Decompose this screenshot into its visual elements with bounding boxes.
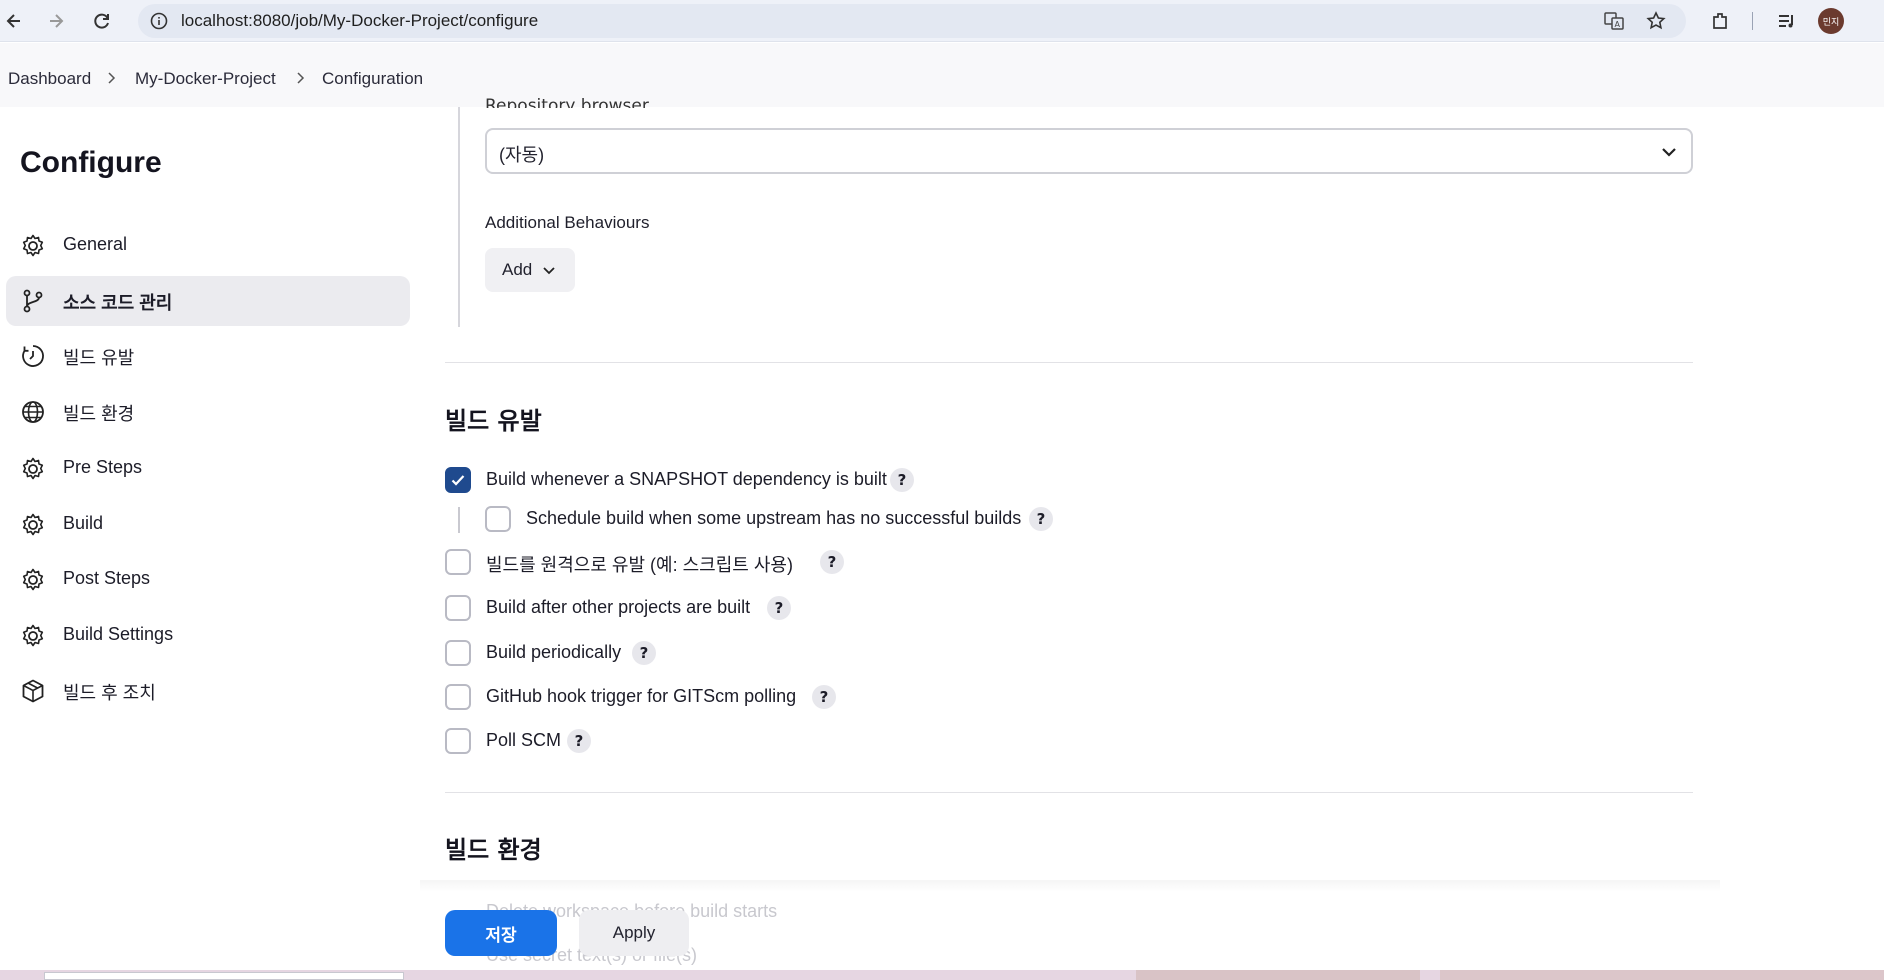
bookmark-star-icon[interactable] [1645, 10, 1667, 32]
build-triggers-title: 빌드 유발 [445, 407, 542, 435]
select-value: (자동) [499, 145, 545, 165]
help-icon[interactable]: ? [1029, 507, 1053, 531]
add-button-label: Add [502, 260, 533, 279]
sidebar-item-post-build-actions[interactable]: 빌드 후 조치 [6, 666, 410, 716]
git-branch-icon [23, 289, 43, 313]
build-environment-title: 빌드 환경 [445, 836, 542, 864]
checkbox-label: Build after other projects are built [486, 597, 751, 617]
chevron-right-icon [297, 72, 305, 84]
taskbar-app[interactable] [1136, 970, 1420, 980]
checkbox[interactable] [445, 549, 471, 575]
sidebar-item-label: 빌드 유발 [63, 348, 135, 368]
help-icon[interactable]: ? [632, 641, 656, 665]
checkbox[interactable] [445, 640, 471, 666]
checkbox[interactable] [445, 595, 471, 621]
sidebar-item-general[interactable]: General [6, 221, 410, 271]
section-indent-line [458, 107, 460, 327]
svg-text:A: A [1615, 20, 1621, 29]
repository-browser-select[interactable]: (자동) [485, 128, 1693, 174]
forward-icon[interactable] [44, 9, 68, 33]
gear-icon [22, 624, 44, 647]
address-bar[interactable]: localhost:8080/job/My-Docker-Project/con… [138, 4, 1686, 38]
breadcrumb-project[interactable]: My-Docker-Project [135, 69, 276, 89]
sidebar-item-post-steps[interactable]: Post Steps [6, 555, 410, 605]
breadcrumb-dashboard[interactable]: Dashboard [8, 69, 91, 89]
taskbar-tray [1440, 970, 1884, 980]
additional-behaviours-label: Additional Behaviours [485, 213, 650, 232]
gear-icon [22, 234, 44, 257]
section-divider [445, 362, 1693, 363]
chevron-right-icon [108, 72, 116, 84]
gear-icon [22, 513, 44, 536]
sidebar-item-build-environment[interactable]: 빌드 환경 [6, 387, 410, 437]
sidebar-item-label: General [63, 234, 128, 254]
repository-browser-label: Repository browser [485, 96, 649, 108]
sidebar-item-label: 빌드 환경 [63, 404, 135, 424]
checkbox-label: GitHub hook trigger for GITScm polling [486, 686, 797, 706]
url-text: localhost:8080/job/My-Docker-Project/con… [181, 11, 539, 30]
checkbox[interactable] [445, 728, 471, 754]
sidebar-item-label: Build [63, 513, 104, 533]
reading-list-icon[interactable] [1774, 8, 1800, 34]
sidebar-item-label: Post Steps [63, 568, 151, 588]
browser-toolbar: localhost:8080/job/My-Docker-Project/con… [0, 0, 1884, 42]
checkbox[interactable] [445, 684, 471, 710]
help-icon[interactable]: ? [767, 596, 791, 620]
section-divider [445, 792, 1693, 793]
chevron-down-icon [543, 267, 555, 275]
add-behaviour-button[interactable]: Add [485, 248, 575, 292]
sidebar-item-label: 소스 코드 관리 [63, 293, 173, 313]
gear-icon [22, 568, 44, 591]
help-icon[interactable]: ? [812, 685, 836, 709]
apply-button[interactable]: Apply [579, 910, 689, 956]
help-icon[interactable]: ? [890, 468, 914, 492]
extensions-icon[interactable] [1707, 8, 1733, 34]
checkbox-label: Build periodically [486, 642, 622, 662]
back-icon[interactable] [2, 9, 26, 33]
breadcrumb-configuration[interactable]: Configuration [322, 69, 423, 89]
sidebar-item-scm[interactable]: 소스 코드 관리 [6, 276, 410, 326]
nested-indent-line [458, 507, 460, 533]
toolbar-divider [1752, 12, 1753, 30]
sidebar-item-build[interactable]: Build [6, 500, 410, 550]
sidebar-item-pre-steps[interactable]: Pre Steps [6, 444, 410, 494]
save-button[interactable]: 저장 [445, 910, 557, 956]
sidebar-item-label: Pre Steps [63, 457, 143, 477]
sidebar-item-build-settings[interactable]: Build Settings [6, 611, 410, 661]
globe-icon [22, 401, 44, 423]
sidebar-item-build-triggers[interactable]: 빌드 유발 [6, 331, 410, 381]
sidebar-item-label: Build Settings [63, 624, 174, 644]
chevron-down-icon [1662, 148, 1676, 157]
package-icon [22, 679, 44, 703]
sticky-footer-shadow [420, 880, 1720, 892]
profile-avatar[interactable]: 민지 [1818, 8, 1844, 34]
checkbox-label: 빌드를 원격으로 유발 (예: 스크립트 사용) [486, 555, 793, 575]
checkbox-label: Build whenever a SNAPSHOT dependency is … [486, 469, 887, 489]
checkbox[interactable] [445, 467, 471, 493]
checkbox-label: Poll SCM [486, 730, 562, 750]
help-icon[interactable]: ? [820, 550, 844, 574]
checkmark-icon [451, 475, 465, 486]
site-info-icon[interactable] [148, 10, 170, 32]
help-icon[interactable]: ? [567, 729, 591, 753]
breadcrumb: Dashboard My-Docker-Project Configuratio… [0, 43, 1884, 107]
timer-icon [22, 345, 44, 367]
checkbox-label: Schedule build when some upstream has no… [526, 508, 1022, 528]
taskbar-search[interactable] [44, 972, 404, 980]
sidebar-item-label: 빌드 후 조치 [63, 683, 156, 703]
gear-icon [22, 457, 44, 480]
page-title: Configure [20, 146, 162, 179]
checkbox[interactable] [485, 506, 511, 532]
translate-icon[interactable]: A [1603, 10, 1625, 32]
reload-icon[interactable] [90, 9, 114, 33]
